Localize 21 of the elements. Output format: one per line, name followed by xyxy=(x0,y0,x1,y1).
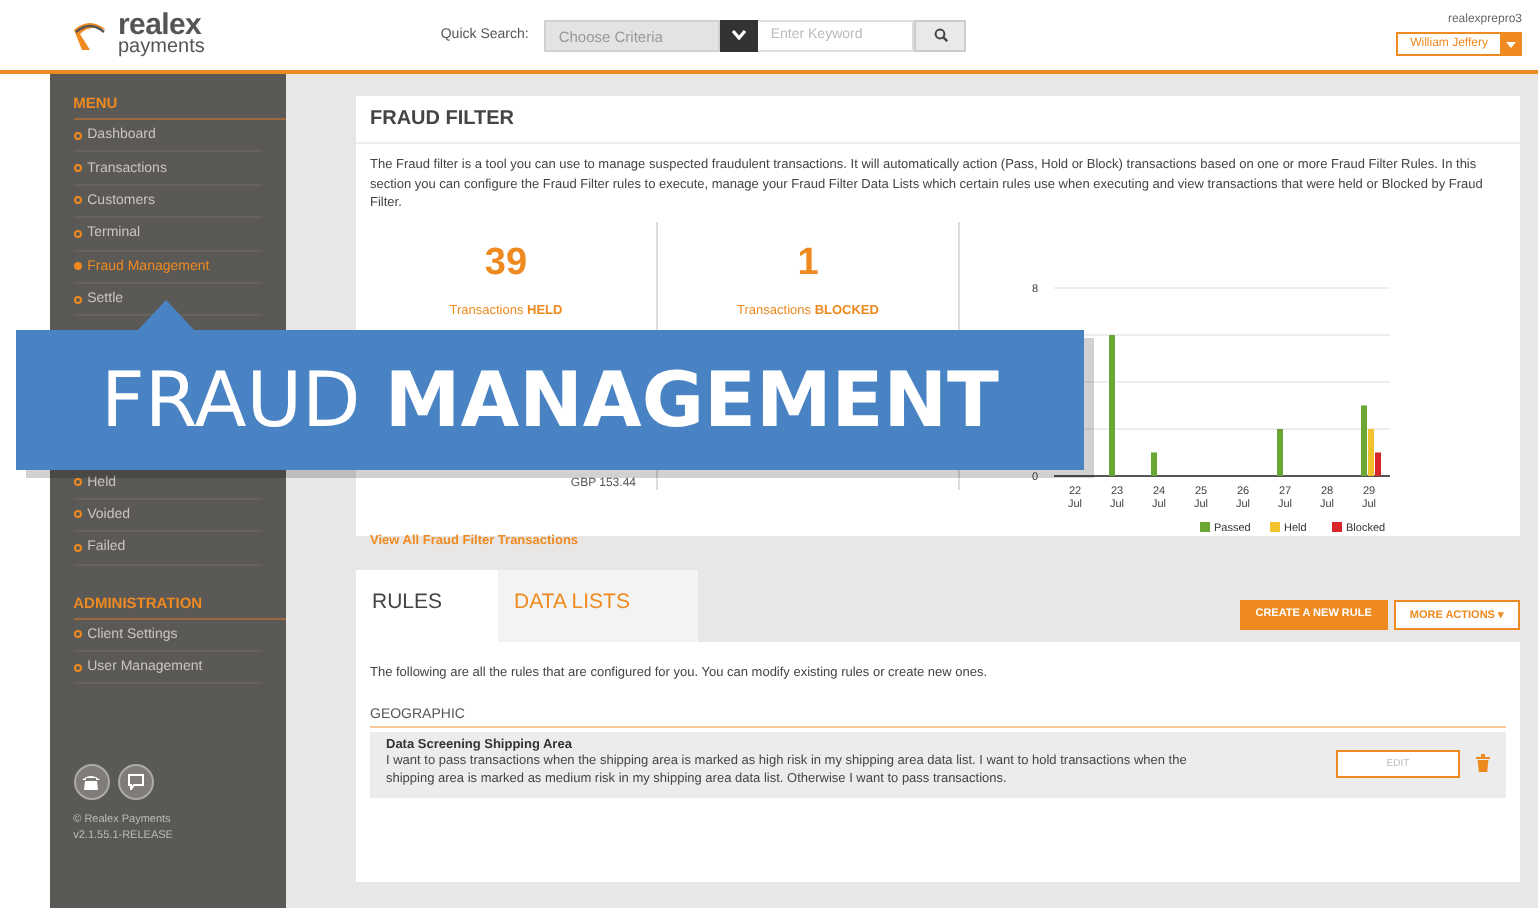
chart-bar xyxy=(1277,428,1283,475)
chat-icon xyxy=(127,774,144,791)
card-title: FRAUD FILTER xyxy=(356,96,1520,144)
stat-value: 39 xyxy=(484,241,528,285)
tab[interactable]: DATA LISTS xyxy=(498,569,698,641)
search-icon xyxy=(933,28,948,42)
chat-button[interactable] xyxy=(117,764,154,801)
logo-icon xyxy=(70,19,110,51)
stat-value: 1 xyxy=(797,241,819,285)
callout-banner: FRAUD MANAGEMENT xyxy=(16,330,1084,470)
chart-bar xyxy=(1151,451,1157,475)
logo-wordmark: realex xyxy=(118,12,202,38)
phone-button[interactable] xyxy=(73,764,110,801)
chevron-icon xyxy=(732,30,747,40)
dropdown-button[interactable] xyxy=(720,19,759,51)
logo-tagline: payments xyxy=(118,38,205,58)
search-button[interactable] xyxy=(914,19,967,51)
phone-icon xyxy=(82,774,101,791)
tab[interactable]: RULES xyxy=(356,569,498,641)
chart-bar xyxy=(1109,334,1115,475)
caret-icon xyxy=(1505,41,1515,47)
